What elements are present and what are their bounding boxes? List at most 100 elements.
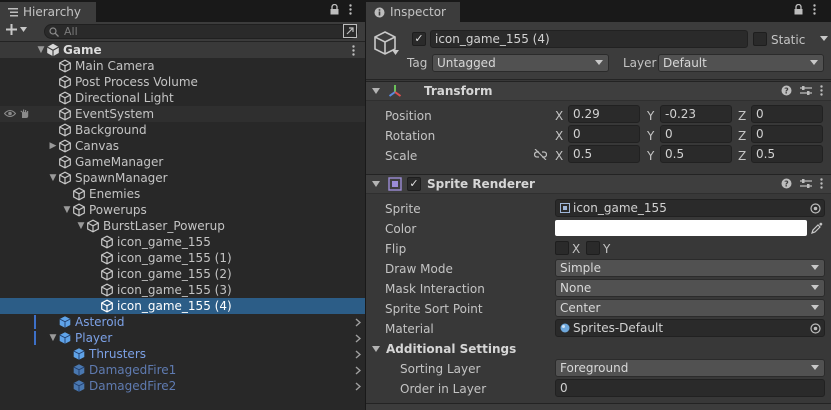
chevron-right-icon[interactable] xyxy=(355,333,361,343)
sprite-renderer-header[interactable]: ✓ Sprite Renderer ? xyxy=(366,174,831,194)
object-name-field[interactable]: icon_game_155 (4) xyxy=(430,30,748,48)
gameobject-cube-icon xyxy=(72,203,86,217)
hierarchy-row[interactable]: icon_game_155 (1) xyxy=(0,250,365,266)
hierarchy-row[interactable]: Directional Light xyxy=(0,90,365,106)
position-z-axis-label[interactable]: Z xyxy=(738,109,746,123)
hierarchy-row[interactable]: DamagedFire1 xyxy=(0,362,365,378)
hierarchy-row[interactable]: Background xyxy=(0,122,365,138)
hierarchy-row[interactable]: Enemies xyxy=(0,186,365,202)
kebab-menu-icon[interactable] xyxy=(820,85,823,96)
foldout-expanded-icon[interactable]: ▼ xyxy=(36,45,46,55)
unity-scene-icon xyxy=(46,43,60,57)
kebab-menu-icon[interactable] xyxy=(352,44,355,56)
hierarchy-row[interactable]: GameManager xyxy=(0,154,365,170)
expand-window-icon[interactable] xyxy=(343,24,357,38)
constrain-proportions-icon[interactable] xyxy=(534,149,547,160)
lock-icon[interactable] xyxy=(330,4,339,15)
sprite-object-field[interactable]: icon_game_155 xyxy=(555,199,825,217)
additional-settings-foldout[interactable]: Additional Settings xyxy=(372,342,516,356)
hierarchy-row[interactable]: ▼ SpawnManager xyxy=(0,170,365,186)
rotation-x-axis-label[interactable]: X xyxy=(555,129,563,143)
static-checkbox[interactable] xyxy=(753,32,767,46)
rotation-y-field[interactable]: 0 xyxy=(660,125,732,143)
rotation-y-axis-label[interactable]: Y xyxy=(647,129,654,143)
scale-y-field[interactable]: 0.5 xyxy=(660,145,732,163)
presets-icon[interactable] xyxy=(800,178,812,189)
pickable-hand-icon[interactable] xyxy=(19,108,30,119)
hierarchy-row[interactable]: icon_game_155 (4) xyxy=(0,298,365,314)
flip-y-checkbox[interactable] xyxy=(586,241,600,255)
rotation-z-field[interactable]: 0 xyxy=(751,125,823,143)
search-icon xyxy=(49,26,59,37)
scale-z-axis-label[interactable]: Z xyxy=(738,149,746,163)
hierarchy-row[interactable]: ▶ Canvas xyxy=(0,138,365,154)
hierarchy-row[interactable]: EventSystem xyxy=(0,106,365,122)
scale-y-axis-label[interactable]: Y xyxy=(647,149,654,163)
hierarchy-row[interactable]: ▼ Powerups xyxy=(0,202,365,218)
foldout-collapsed-icon[interactable]: ▶ xyxy=(48,141,58,151)
chevron-right-icon[interactable] xyxy=(355,381,361,391)
draw-mode-dropdown[interactable]: Simple xyxy=(555,259,825,277)
order-in-layer-field[interactable]: 0 xyxy=(555,379,825,397)
kebab-menu-icon[interactable] xyxy=(349,4,352,15)
material-object-field[interactable]: Sprites-Default xyxy=(555,319,825,337)
chevron-right-icon[interactable] xyxy=(355,317,361,327)
color-swatch[interactable] xyxy=(555,220,807,236)
lock-icon[interactable] xyxy=(794,4,803,15)
hierarchy-row[interactable]: Thrusters xyxy=(0,346,365,362)
hierarchy-row[interactable]: ▼ BurstLaser_Powerup xyxy=(0,218,365,234)
foldout-expanded-icon[interactable]: ▼ xyxy=(48,173,58,183)
create-button[interactable] xyxy=(6,24,27,35)
kebab-menu-icon[interactable] xyxy=(813,4,816,15)
presets-icon[interactable] xyxy=(800,85,812,96)
hierarchy-row[interactable]: icon_game_155 xyxy=(0,234,365,250)
transform-header[interactable]: Transform ? xyxy=(366,81,831,101)
tag-dropdown[interactable]: Untagged xyxy=(432,54,609,72)
chevron-right-icon[interactable] xyxy=(355,365,361,375)
tab-hierarchy[interactable]: Hierarchy xyxy=(0,2,96,22)
hierarchy-row[interactable]: Main Camera xyxy=(0,58,365,74)
position-x-axis-label[interactable]: X xyxy=(555,109,563,123)
position-z-field[interactable]: 0 xyxy=(751,105,823,123)
layer-dropdown[interactable]: Default xyxy=(658,54,824,72)
active-checkbox[interactable]: ✓ xyxy=(412,32,426,46)
hierarchy-row[interactable]: ▼ Player xyxy=(0,330,365,346)
hierarchy-row[interactable]: icon_game_155 (3) xyxy=(0,282,365,298)
hierarchy-row[interactable]: Post Process Volume xyxy=(0,74,365,90)
scene-row[interactable]: ▼ Game xyxy=(0,42,365,58)
help-icon[interactable]: ? xyxy=(781,178,792,189)
eyedropper-icon[interactable] xyxy=(811,222,823,234)
rotation-z-axis-label[interactable]: Z xyxy=(738,129,746,143)
foldout-expanded-icon[interactable]: ▼ xyxy=(48,333,58,343)
foldout-expanded-icon[interactable]: ▼ xyxy=(76,221,86,231)
mask-interaction-dropdown[interactable]: None xyxy=(555,279,825,297)
kebab-menu-icon[interactable] xyxy=(820,178,823,189)
visibility-eye-icon[interactable] xyxy=(4,109,16,118)
hierarchy-row[interactable]: DamagedFire2 xyxy=(0,378,365,394)
tab-inspector[interactable]: Inspector xyxy=(366,2,460,22)
search-input[interactable]: All xyxy=(44,24,358,39)
object-picker-icon[interactable] xyxy=(810,203,821,214)
chevron-right-icon[interactable] xyxy=(355,349,361,359)
rotation-x-field[interactable]: 0 xyxy=(568,125,640,143)
position-x-field[interactable]: 0.29 xyxy=(568,105,640,123)
flip-x-checkbox[interactable] xyxy=(555,241,569,255)
sort-point-dropdown[interactable]: Center xyxy=(555,299,825,317)
position-y-field[interactable]: -0.23 xyxy=(660,105,732,123)
foldout-arrow-icon xyxy=(372,181,380,187)
foldout-expanded-icon[interactable]: ▼ xyxy=(62,205,72,215)
hierarchy-row[interactable]: Asteroid xyxy=(0,314,365,330)
help-icon[interactable]: ? xyxy=(781,85,792,96)
tag-value: Untagged xyxy=(437,56,496,70)
rotation-y-value: 0 xyxy=(665,127,673,141)
object-picker-icon[interactable] xyxy=(810,323,821,334)
scale-z-field[interactable]: 0.5 xyxy=(751,145,823,163)
icon-dropdown-arrow-icon[interactable] xyxy=(392,50,399,55)
static-dropdown[interactable] xyxy=(817,30,831,48)
sorting-layer-dropdown[interactable]: Foreground xyxy=(555,359,825,377)
scale-x-axis-label[interactable]: X xyxy=(555,149,563,163)
sprite-renderer-enabled-checkbox[interactable]: ✓ xyxy=(407,177,421,191)
hierarchy-row[interactable]: icon_game_155 (2) xyxy=(0,266,365,282)
position-y-axis-label[interactable]: Y xyxy=(647,109,654,123)
scale-x-field[interactable]: 0.5 xyxy=(568,145,640,163)
